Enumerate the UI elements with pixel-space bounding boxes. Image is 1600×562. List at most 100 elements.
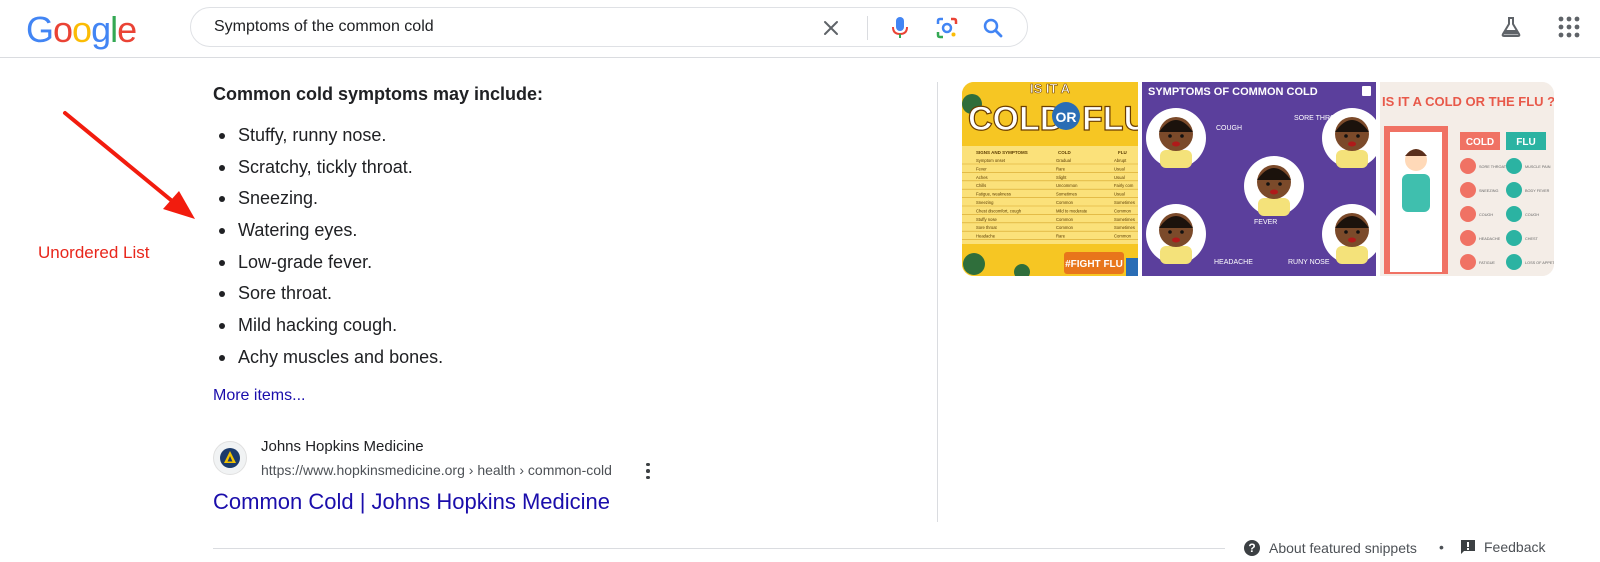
- infographic-title: IS IT A COLD OR THE FLU ?: [1382, 94, 1554, 109]
- flu-symptom-icon: [1506, 182, 1522, 198]
- search-labs-button[interactable]: [1494, 10, 1528, 44]
- bullet: [219, 354, 225, 361]
- column-divider: [937, 82, 938, 522]
- chart-table-cell: FLU: [1118, 150, 1127, 155]
- annotation-arrow: [63, 111, 195, 219]
- image-strip: IS IT A COLD OR FLU SIGNS AND SYMPTOMS CO…: [962, 82, 1554, 276]
- source-name: Johns Hopkins Medicine: [261, 438, 424, 455]
- chart-table-cell: Slight: [1056, 175, 1067, 180]
- chart-cold-text: COLD: [968, 100, 1064, 138]
- bullet: [219, 323, 225, 330]
- cold-symptom-icon: [1460, 182, 1476, 198]
- chart-table-cell: Usual: [1114, 192, 1125, 197]
- search-box[interactable]: [190, 7, 1028, 47]
- lens-search-button[interactable]: [931, 12, 963, 44]
- logo-letter: G: [26, 9, 54, 50]
- child-illustration: [1146, 108, 1206, 168]
- google-logo[interactable]: Google: [26, 9, 137, 50]
- logo-letter: e: [117, 9, 137, 50]
- logo-letter: l: [110, 9, 118, 50]
- symptom-list: Stuffy, runny nose. Scratchy, tickly thr…: [218, 120, 443, 374]
- feedback-label: Feedback: [1484, 539, 1546, 555]
- list-item: Mild hacking cough.: [218, 310, 443, 342]
- chart-table-cell: Gradual: [1056, 158, 1071, 163]
- child-illustration: [1244, 156, 1304, 216]
- svg-text:?: ?: [1248, 541, 1255, 555]
- chart-table-cell: Common: [1056, 217, 1074, 222]
- chart-table-cell: Stuffy nose: [976, 217, 998, 222]
- flu-symptom-label: MUSCLE PAIN: [1525, 165, 1551, 169]
- result-options-button[interactable]: [638, 461, 658, 481]
- flask-icon: [1501, 17, 1521, 37]
- feedback-link[interactable]: Feedback: [1460, 539, 1545, 555]
- annotation-label: Unordered List: [38, 243, 150, 262]
- bullet: [219, 259, 225, 266]
- flu-symptom-label: BODY FEVER: [1525, 189, 1550, 193]
- svg-text:COUGH: COUGH: [1216, 125, 1242, 132]
- cold-symptom-label: SORE THROAT: [1479, 165, 1507, 169]
- bullet: [219, 228, 225, 235]
- apps-grid-icon: [1558, 16, 1580, 38]
- infographic-cold-label: COLD: [1466, 137, 1494, 148]
- search-button[interactable]: [977, 12, 1009, 44]
- search-input[interactable]: [214, 8, 774, 46]
- chart-table-cell: Abrupt: [1114, 158, 1127, 163]
- chart-table-cell: Sometimes: [1114, 225, 1135, 230]
- chart-table-cell: Aches: [976, 175, 988, 180]
- source-favicon[interactable]: [213, 441, 247, 475]
- chart-table-cell: Common: [1056, 200, 1074, 205]
- svg-text:RUNY NOSE: RUNY NOSE: [1288, 259, 1330, 266]
- list-item: Sore throat.: [218, 278, 443, 310]
- chart-table-cell: Sore throat: [976, 225, 998, 230]
- more-vert-icon: [646, 462, 650, 467]
- help-icon: ?: [1244, 540, 1260, 556]
- flu-symptom-icon: [1506, 158, 1522, 174]
- infographic-art: IS IT A COLD OR THE FLU ? COLD FLU SORE …: [1380, 82, 1554, 276]
- list-item: Stuffy, runny nose.: [218, 120, 443, 152]
- voice-search-button[interactable]: [884, 12, 916, 44]
- chart-table-cell: Fever: [976, 166, 987, 171]
- chart-table-cell: Common: [1114, 234, 1132, 239]
- symptoms-illustration-art: SYMPTOMS OF COMMON COLD COUGH SORE THROA…: [1142, 82, 1376, 276]
- bullet: [219, 196, 225, 203]
- about-featured-snippets-link[interactable]: ? About featured snippets: [1243, 539, 1417, 557]
- infographic-flu-label: FLU: [1516, 137, 1535, 148]
- logo-letter: o: [72, 9, 92, 50]
- cold-symptom-label: FATIGUE: [1479, 261, 1495, 265]
- cold-symptom-label: COUGH: [1479, 213, 1493, 217]
- lens-icon: [936, 17, 958, 39]
- chart-or-text: OR: [1056, 109, 1077, 125]
- image-cold-or-flu-chart[interactable]: IS IT A COLD OR FLU SIGNS AND SYMPTOMS CO…: [962, 82, 1138, 276]
- more-items-link[interactable]: More items...: [213, 387, 305, 405]
- flu-symptom-label: CHEST: [1525, 237, 1539, 241]
- chart-table-cell: Usual: [1114, 166, 1125, 171]
- chart-top-text: IS IT A: [1030, 82, 1071, 96]
- google-apps-button[interactable]: [1552, 10, 1586, 44]
- chart-table-cell: Symptom onset: [976, 158, 1006, 163]
- chart-table-cell: Sneezing: [976, 200, 994, 205]
- chart-table-cell: Headache: [976, 234, 996, 239]
- image-cold-or-flu-infographic[interactable]: IS IT A COLD OR THE FLU ? COLD FLU SORE …: [1380, 82, 1554, 276]
- feedback-icon: [1461, 540, 1475, 554]
- child-illustration: [1146, 204, 1206, 264]
- chart-table-cell: Rare: [1056, 234, 1066, 239]
- bullet: [219, 133, 225, 139]
- chart-table-cell: Fairly com: [1114, 183, 1134, 188]
- svg-text:FEVER: FEVER: [1254, 219, 1277, 226]
- flu-symptom-icon: [1506, 254, 1522, 270]
- result-title-link[interactable]: Common Cold | Johns Hopkins Medicine: [213, 489, 610, 515]
- search-divider: [867, 16, 868, 40]
- chart-table-cell: Rare: [1056, 166, 1066, 171]
- header-bar: Google: [0, 0, 1600, 58]
- list-item: Low-grade fever.: [218, 247, 443, 279]
- chart-table-cell: COLD: [1058, 150, 1071, 155]
- cold-symptom-label: HEADACHE: [1479, 237, 1501, 241]
- chart-table-cell: Chills: [976, 183, 986, 188]
- snippet-heading: Common cold symptoms may include:: [213, 84, 544, 104]
- hopkins-shield-icon: [220, 448, 240, 468]
- search-icon: [983, 18, 1003, 38]
- microphone-icon: [892, 17, 908, 38]
- illustration-title: SYMPTOMS OF COMMON COLD: [1148, 86, 1318, 98]
- image-symptoms-common-cold[interactable]: SYMPTOMS OF COMMON COLD COUGH SORE THROA…: [1142, 82, 1376, 276]
- clear-button[interactable]: [815, 12, 847, 44]
